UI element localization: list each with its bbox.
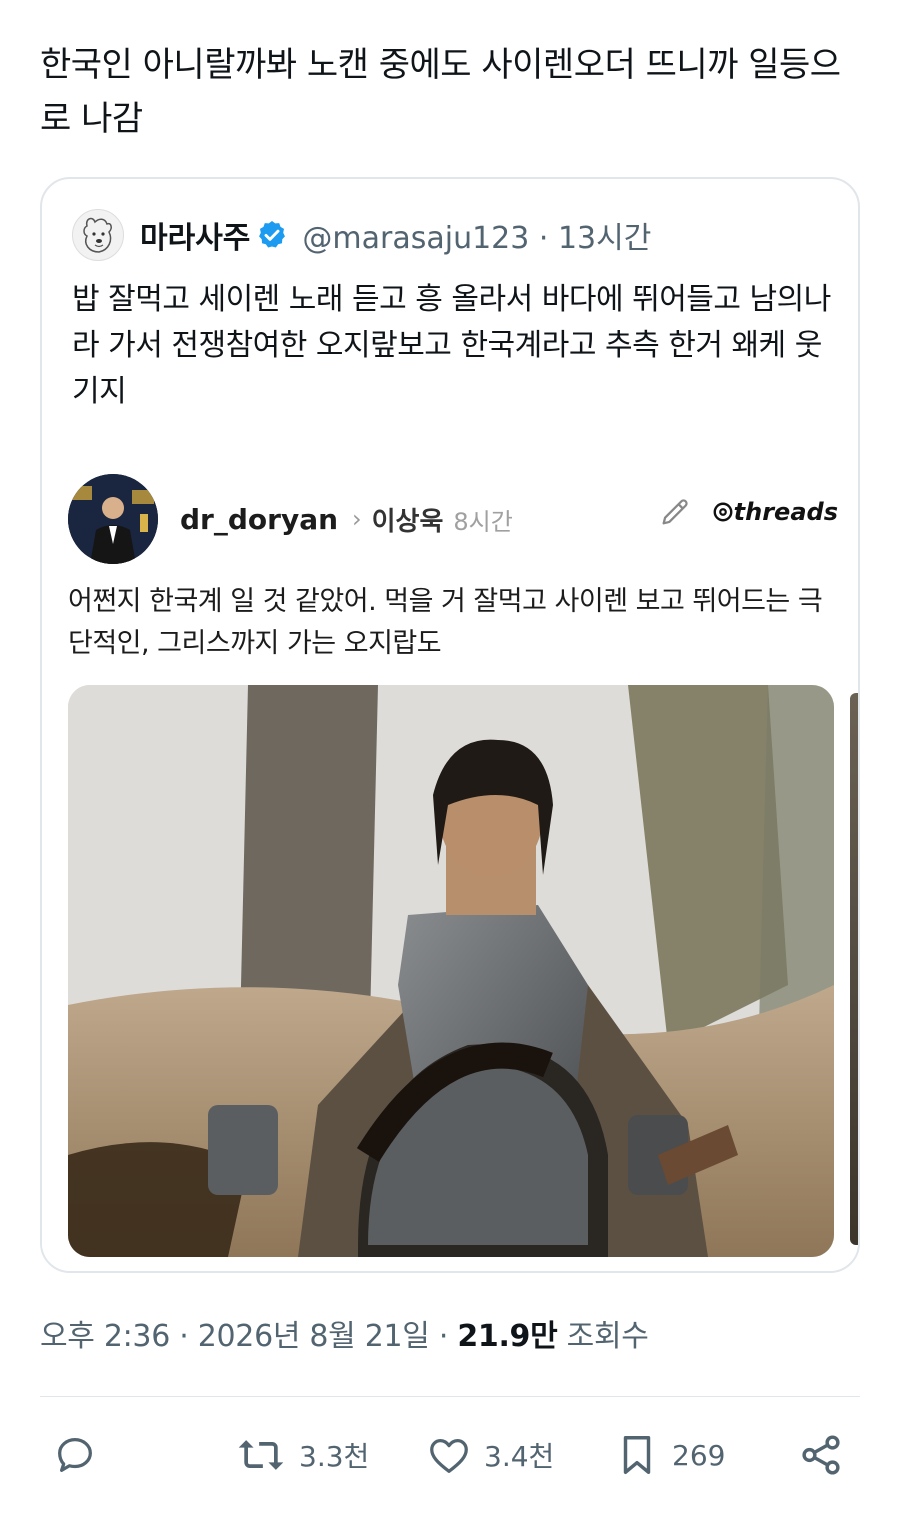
threads-post-text: 어쩐지 한국계 일 것 같았어. 먹을 거 잘먹고 사이렌 보고 뛰어드는 극단… (68, 586, 823, 659)
quoted-tweet-card[interactable]: 마라사주 @marasaju123 · 13시간 밥 잘먹고 세이렌 노래 듣고… (40, 177, 860, 1273)
threads-header-right: threads (658, 495, 838, 529)
tweet-timestamp[interactable]: 오후 2:36 · 2026년 8월 21일 · (40, 1319, 457, 1354)
reply-button[interactable] (52, 1420, 110, 1490)
reply-icon (58, 1438, 92, 1472)
person-in-suit-icon (68, 474, 158, 564)
quoted-tweet-text: 밥 잘먹고 세이렌 노래 듣고 흥 올라서 바다에 뛰어들고 남의나라 가서 전… (72, 282, 831, 409)
threads-author-avatar (68, 474, 158, 564)
view-count: 21.9만 (457, 1319, 558, 1354)
next-photo-peek (850, 693, 858, 1245)
divider (40, 1396, 860, 1397)
tweet-text: 한국인 아니랄까봐 노캔 중에도 사이렌오더 뜨니까 일등으로 나감 (40, 45, 841, 139)
threads-secondary-name: 이상욱 (371, 506, 444, 537)
warrior-photo (68, 685, 834, 1257)
dog-sketch-icon (83, 217, 112, 253)
like-count: 3.4천 (484, 1440, 555, 1473)
threads-screenshot: dr_doryan › 이상욱 8시간 threads 어쩐지 한국계 일 것 … (42, 449, 858, 1271)
retweet-icon (238, 1440, 284, 1470)
bookmark-icon (623, 1436, 651, 1474)
threads-username: dr_doryan (180, 502, 339, 536)
quoted-tweet-header: 마라사주 @marasaju123 · 13시간 (72, 207, 651, 263)
retweet-button[interactable]: 3.3천 (235, 1420, 369, 1490)
verified-badge-icon (259, 221, 286, 248)
chevron-right-icon: › (352, 505, 362, 533)
quoted-author-handle-time[interactable]: @marasaju123 · 13시간 (302, 213, 651, 257)
tweet-actions-bar: 3.3천 3.4천 269 (40, 1420, 860, 1490)
threads-logo-text: threads (733, 498, 838, 526)
threads-logo-icon (713, 502, 733, 522)
tweet-meta: 오후 2:36 · 2026년 8월 21일 · 21.9만 조회수 (40, 1311, 649, 1355)
photo-scene (68, 685, 834, 1257)
share-icon (802, 1435, 840, 1475)
threads-time: 8시간 (453, 507, 513, 536)
pencil-icon (662, 499, 688, 525)
threads-post-header: dr_doryan › 이상욱 8시간 threads (68, 473, 838, 565)
like-button[interactable]: 3.4천 (426, 1420, 554, 1490)
heart-icon (430, 1438, 468, 1473)
bookmark-count: 269 (672, 1438, 726, 1472)
quoted-author-avatar[interactable] (72, 209, 124, 261)
bookmark-button[interactable]: 269 (614, 1420, 725, 1490)
share-button[interactable] (798, 1420, 844, 1490)
quoted-author-name[interactable]: 마라사주 (140, 213, 250, 257)
retweet-count: 3.3천 (299, 1440, 370, 1473)
view-count-label: 조회수 (557, 1319, 649, 1354)
threads-logo: threads (712, 498, 838, 526)
